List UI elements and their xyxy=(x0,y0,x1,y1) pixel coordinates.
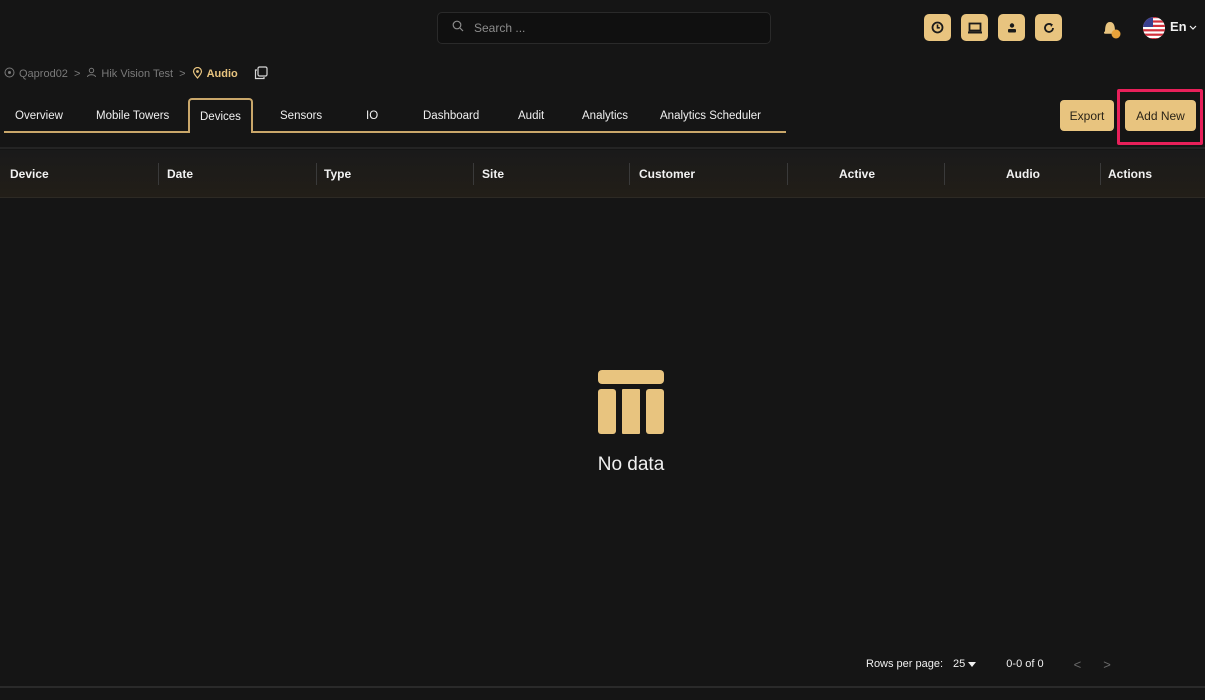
column-separator xyxy=(316,163,317,185)
search-icon xyxy=(452,19,464,37)
user-icon[interactable] xyxy=(998,14,1025,41)
divider xyxy=(0,686,1205,688)
notification-bell-icon[interactable] xyxy=(1098,15,1124,41)
column-header-active[interactable]: Active xyxy=(839,150,875,198)
divider xyxy=(0,147,1205,149)
breadcrumb-item-customer[interactable]: Hik Vision Test xyxy=(101,68,173,80)
column-separator xyxy=(944,163,945,185)
clock-icon[interactable] xyxy=(924,14,951,41)
top-bar: En xyxy=(0,0,1205,58)
tab-analytics-scheduler[interactable]: Analytics Scheduler xyxy=(660,100,761,131)
breadcrumb-item-current: Audio xyxy=(206,68,238,80)
tab-mobile-towers[interactable]: Mobile Towers xyxy=(96,100,169,131)
tab-overview[interactable]: Overview xyxy=(15,100,63,131)
export-button[interactable]: Export xyxy=(1060,100,1114,131)
caret-down-icon xyxy=(968,658,977,670)
breadcrumb: Qaprod02 > Hik Vision Test > Audio xyxy=(4,65,268,83)
pagination-range: 0-0 of 0 xyxy=(1006,658,1044,670)
empty-state-text: No data xyxy=(597,454,665,475)
language-label: En xyxy=(1170,19,1187,34)
column-header-customer[interactable]: Customer xyxy=(639,150,695,198)
column-header-actions[interactable]: Actions xyxy=(1108,150,1152,198)
chevron-down-icon xyxy=(1189,19,1197,34)
breadcrumb-separator: > xyxy=(73,68,81,80)
language-selector[interactable]: En xyxy=(1170,19,1197,34)
copy-icon[interactable] xyxy=(254,65,268,83)
prev-page-button[interactable]: < xyxy=(1074,657,1082,672)
search-input[interactable] xyxy=(474,21,754,35)
empty-table-icon xyxy=(597,369,665,435)
us-flag-icon[interactable] xyxy=(1142,16,1166,40)
tab-dashboard[interactable]: Dashboard xyxy=(423,100,479,131)
refresh-icon[interactable] xyxy=(1035,14,1062,41)
header-icon-group xyxy=(924,14,1062,41)
search-box[interactable] xyxy=(437,12,771,44)
building-icon xyxy=(4,67,15,81)
tab-devices[interactable]: Devices xyxy=(188,98,253,133)
location-pin-icon xyxy=(192,66,203,82)
highlight-box xyxy=(1117,89,1203,145)
tab-analytics[interactable]: Analytics xyxy=(582,100,628,131)
column-separator xyxy=(158,163,159,185)
column-header-site[interactable]: Site xyxy=(482,150,504,198)
column-header-device[interactable]: Device xyxy=(10,150,49,198)
rows-per-page-select[interactable]: 25 xyxy=(953,658,977,670)
breadcrumb-item-org[interactable]: Qaprod02 xyxy=(19,68,68,80)
column-header-date[interactable]: Date xyxy=(167,150,193,198)
rows-per-page-value: 25 xyxy=(953,658,966,670)
tab-bar: Overview Mobile Towers Devices Sensors I… xyxy=(4,98,786,133)
tab-io[interactable]: IO xyxy=(366,100,378,131)
tab-audit[interactable]: Audit xyxy=(518,100,544,131)
column-separator xyxy=(1100,163,1101,185)
rows-per-page-label: Rows per page: xyxy=(866,658,944,670)
column-separator xyxy=(473,163,474,185)
breadcrumb-separator: > xyxy=(179,68,186,80)
column-separator xyxy=(787,163,788,185)
monitor-icon[interactable] xyxy=(961,14,988,41)
column-separator xyxy=(629,163,630,185)
table-header: Device Date Type Site Customer Active Au… xyxy=(0,150,1205,198)
column-header-audio[interactable]: Audio xyxy=(1006,150,1040,198)
pagination: Rows per page: 25 0-0 of 0 < > xyxy=(866,656,1111,672)
column-header-type[interactable]: Type xyxy=(324,150,351,198)
tab-sensors[interactable]: Sensors xyxy=(280,100,322,131)
next-page-button[interactable]: > xyxy=(1103,657,1111,672)
person-icon xyxy=(86,67,97,81)
